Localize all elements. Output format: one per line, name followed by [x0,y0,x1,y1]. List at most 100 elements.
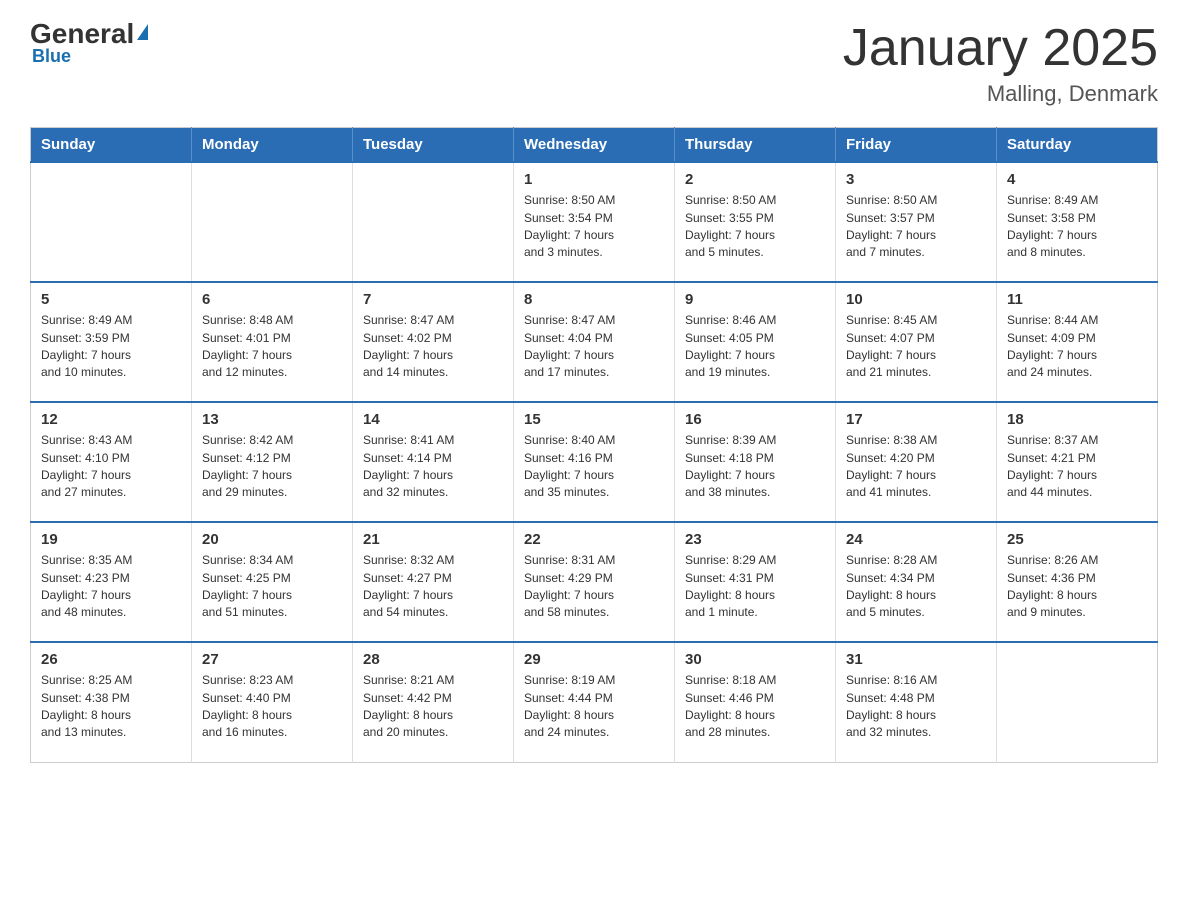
day-number: 2 [685,171,825,188]
day-number: 26 [41,651,181,668]
calendar-day-7: 7 Sunrise: 8:47 AM Sunset: 4:02 PM Daylig… [353,282,514,402]
calendar-day-26: 26 Sunrise: 8:25 AM Sunset: 4:38 PM Dayli… [31,642,192,762]
calendar-day-29: 29 Sunrise: 8:19 AM Sunset: 4:44 PM Dayli… [514,642,675,762]
day-info: Sunrise: 8:48 AM Sunset: 4:01 PM Dayligh… [202,312,342,382]
day-info: Sunrise: 8:19 AM Sunset: 4:44 PM Dayligh… [524,672,664,742]
day-info: Sunrise: 8:43 AM Sunset: 4:10 PM Dayligh… [41,432,181,502]
day-info: Sunrise: 8:50 AM Sunset: 3:57 PM Dayligh… [846,192,986,262]
day-number: 19 [41,531,181,548]
calendar-day-2: 2 Sunrise: 8:50 AM Sunset: 3:55 PM Daylig… [675,162,836,282]
day-number: 14 [363,411,503,428]
day-number: 1 [524,171,664,188]
calendar-table: SundayMondayTuesdayWednesdayThursdayFrid… [30,127,1158,763]
day-info: Sunrise: 8:31 AM Sunset: 4:29 PM Dayligh… [524,552,664,622]
day-info: Sunrise: 8:50 AM Sunset: 3:54 PM Dayligh… [524,192,664,262]
calendar-day-11: 11 Sunrise: 8:44 AM Sunset: 4:09 PM Dayli… [997,282,1158,402]
calendar-week-row: 5 Sunrise: 8:49 AM Sunset: 3:59 PM Daylig… [31,282,1158,402]
day-number: 10 [846,291,986,308]
calendar-day-12: 12 Sunrise: 8:43 AM Sunset: 4:10 PM Dayli… [31,402,192,522]
logo-blue-text: Blue [30,46,71,67]
calendar-day-16: 16 Sunrise: 8:39 AM Sunset: 4:18 PM Dayli… [675,402,836,522]
day-info: Sunrise: 8:18 AM Sunset: 4:46 PM Dayligh… [685,672,825,742]
day-number: 28 [363,651,503,668]
day-info: Sunrise: 8:39 AM Sunset: 4:18 PM Dayligh… [685,432,825,502]
day-number: 24 [846,531,986,548]
calendar-day-28: 28 Sunrise: 8:21 AM Sunset: 4:42 PM Dayli… [353,642,514,762]
day-number: 15 [524,411,664,428]
calendar-day-21: 21Sunrise: 8:32 AM Sunset: 4:27 PM Dayli… [353,522,514,642]
day-number: 8 [524,291,664,308]
calendar-day-10: 10 Sunrise: 8:45 AM Sunset: 4:07 PM Dayli… [836,282,997,402]
calendar-day-6: 6Sunrise: 8:48 AM Sunset: 4:01 PM Daylig… [192,282,353,402]
weekday-header-friday: Friday [836,128,997,163]
day-info: Sunrise: 8:23 AM Sunset: 4:40 PM Dayligh… [202,672,342,742]
day-number: 18 [1007,411,1147,428]
calendar-day-1: 1 Sunrise: 8:50 AM Sunset: 3:54 PM Daylig… [514,162,675,282]
day-number: 12 [41,411,181,428]
weekday-header-monday: Monday [192,128,353,163]
day-number: 13 [202,411,342,428]
calendar-subtitle: Malling, Denmark [843,81,1158,107]
calendar-day-5: 5 Sunrise: 8:49 AM Sunset: 3:59 PM Daylig… [31,282,192,402]
calendar-day-17: 17Sunrise: 8:38 AM Sunset: 4:20 PM Dayli… [836,402,997,522]
logo-triangle-icon [137,24,148,40]
day-number: 21 [363,531,503,548]
calendar-day-23: 23 Sunrise: 8:29 AM Sunset: 4:31 PM Dayli… [675,522,836,642]
day-info: Sunrise: 8:49 AM Sunset: 3:59 PM Dayligh… [41,312,181,382]
day-number: 30 [685,651,825,668]
calendar-day-31: 31Sunrise: 8:16 AM Sunset: 4:48 PM Dayli… [836,642,997,762]
day-number: 29 [524,651,664,668]
calendar-day-18: 18 Sunrise: 8:37 AM Sunset: 4:21 PM Dayli… [997,402,1158,522]
weekday-header-thursday: Thursday [675,128,836,163]
day-info: Sunrise: 8:40 AM Sunset: 4:16 PM Dayligh… [524,432,664,502]
calendar-day-4: 4 Sunrise: 8:49 AM Sunset: 3:58 PM Daylig… [997,162,1158,282]
day-number: 7 [363,291,503,308]
day-info: Sunrise: 8:25 AM Sunset: 4:38 PM Dayligh… [41,672,181,742]
calendar-title: January 2025 [843,20,1158,77]
calendar-week-row: 19 Sunrise: 8:35 AM Sunset: 4:23 PM Dayli… [31,522,1158,642]
calendar-day-30: 30 Sunrise: 8:18 AM Sunset: 4:46 PM Dayli… [675,642,836,762]
day-number: 25 [1007,531,1147,548]
calendar-empty-cell [353,162,514,282]
calendar-day-13: 13Sunrise: 8:42 AM Sunset: 4:12 PM Dayli… [192,402,353,522]
calendar-empty-cell [192,162,353,282]
page-header: General Blue January 2025 Malling, Denma… [30,20,1158,107]
day-number: 23 [685,531,825,548]
day-info: Sunrise: 8:35 AM Sunset: 4:23 PM Dayligh… [41,552,181,622]
day-info: Sunrise: 8:47 AM Sunset: 4:04 PM Dayligh… [524,312,664,382]
day-number: 16 [685,411,825,428]
day-number: 27 [202,651,342,668]
day-number: 3 [846,171,986,188]
day-info: Sunrise: 8:46 AM Sunset: 4:05 PM Dayligh… [685,312,825,382]
weekday-header-sunday: Sunday [31,128,192,163]
calendar-week-row: 26 Sunrise: 8:25 AM Sunset: 4:38 PM Dayli… [31,642,1158,762]
day-info: Sunrise: 8:26 AM Sunset: 4:36 PM Dayligh… [1007,552,1147,622]
calendar-day-19: 19 Sunrise: 8:35 AM Sunset: 4:23 PM Dayli… [31,522,192,642]
day-info: Sunrise: 8:49 AM Sunset: 3:58 PM Dayligh… [1007,192,1147,262]
weekday-header-wednesday: Wednesday [514,128,675,163]
weekday-header-saturday: Saturday [997,128,1158,163]
day-info: Sunrise: 8:21 AM Sunset: 4:42 PM Dayligh… [363,672,503,742]
day-number: 5 [41,291,181,308]
day-number: 4 [1007,171,1147,188]
day-number: 11 [1007,291,1147,308]
day-info: Sunrise: 8:37 AM Sunset: 4:21 PM Dayligh… [1007,432,1147,502]
day-number: 9 [685,291,825,308]
day-info: Sunrise: 8:44 AM Sunset: 4:09 PM Dayligh… [1007,312,1147,382]
calendar-day-9: 9 Sunrise: 8:46 AM Sunset: 4:05 PM Daylig… [675,282,836,402]
day-info: Sunrise: 8:45 AM Sunset: 4:07 PM Dayligh… [846,312,986,382]
calendar-header-row: SundayMondayTuesdayWednesdayThursdayFrid… [31,128,1158,163]
day-number: 22 [524,531,664,548]
calendar-day-14: 14Sunrise: 8:41 AM Sunset: 4:14 PM Dayli… [353,402,514,522]
calendar-day-24: 24 Sunrise: 8:28 AM Sunset: 4:34 PM Dayli… [836,522,997,642]
weekday-header-tuesday: Tuesday [353,128,514,163]
calendar-empty-cell [997,642,1158,762]
day-info: Sunrise: 8:50 AM Sunset: 3:55 PM Dayligh… [685,192,825,262]
day-info: Sunrise: 8:29 AM Sunset: 4:31 PM Dayligh… [685,552,825,622]
calendar-day-20: 20Sunrise: 8:34 AM Sunset: 4:25 PM Dayli… [192,522,353,642]
day-info: Sunrise: 8:47 AM Sunset: 4:02 PM Dayligh… [363,312,503,382]
day-info: Sunrise: 8:16 AM Sunset: 4:48 PM Dayligh… [846,672,986,742]
calendar-day-3: 3 Sunrise: 8:50 AM Sunset: 3:57 PM Daylig… [836,162,997,282]
day-info: Sunrise: 8:28 AM Sunset: 4:34 PM Dayligh… [846,552,986,622]
day-number: 17 [846,411,986,428]
